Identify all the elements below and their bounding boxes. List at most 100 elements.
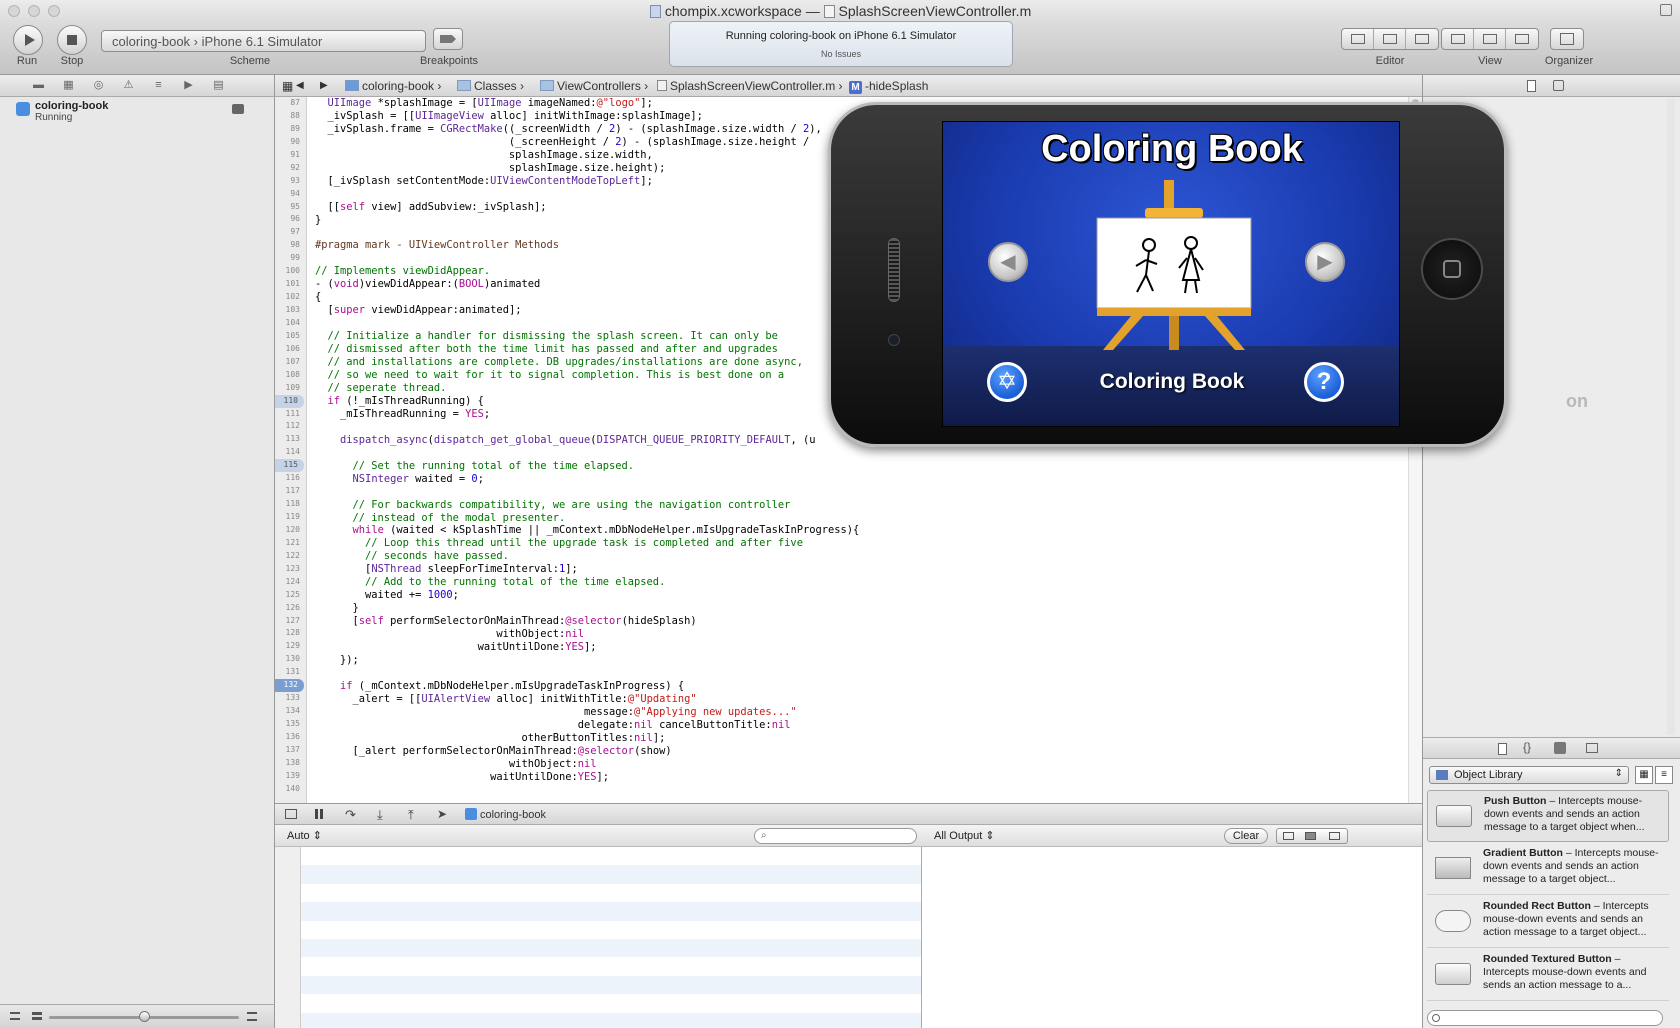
code-snippet-icon[interactable]: {} (1523, 740, 1531, 754)
line-number[interactable]: 116 (275, 472, 306, 485)
scheme-popup[interactable]: coloring-book › iPhone 6.1 Simulator (101, 30, 426, 52)
line-number[interactable]: 88 (275, 110, 306, 123)
previous-arrow-button[interactable]: ◀ (988, 242, 1028, 282)
crumb-classes[interactable]: Classes › (457, 79, 524, 93)
media-library-icon[interactable] (1586, 743, 1598, 753)
line-number[interactable]: 127 (275, 615, 306, 628)
simulator-screen[interactable]: Coloring Book ◀ ▶ ✡ ? Coloring Book (942, 121, 1400, 427)
debug-target[interactable]: coloring-book (465, 808, 546, 821)
utilities-toggle-icon[interactable] (1506, 29, 1538, 49)
back-arrow-icon[interactable]: ◀ (296, 80, 304, 91)
line-number[interactable]: 131 (275, 666, 306, 679)
line-number[interactable]: 101 (275, 278, 306, 291)
line-number[interactable]: 107 (275, 356, 306, 369)
compress-icon[interactable] (32, 1012, 42, 1020)
line-number[interactable]: 106 (275, 343, 306, 356)
stop-button[interactable] (57, 25, 87, 55)
inspector-scrollbar[interactable] (1667, 99, 1675, 735)
file-template-icon[interactable] (1498, 743, 1507, 755)
line-number[interactable]: 99 (275, 252, 306, 265)
line-number-gutter[interactable]: 87 88 89 90 91 92 93 94 95 96 97 98 99 100 101 102 103 10… (275, 97, 307, 803)
line-number[interactable]: 97 (275, 226, 306, 239)
zoom-window-button[interactable] (48, 5, 60, 17)
standard-editor-icon[interactable] (1342, 29, 1374, 49)
line-number[interactable]: 103 (275, 304, 306, 317)
breakpoint-navigator-icon[interactable]: ▶ (182, 80, 195, 91)
line-number[interactable]: 108 (275, 369, 306, 382)
all-threads-icon[interactable] (247, 1012, 257, 1021)
console-output[interactable] (922, 847, 1422, 1028)
breakpoint-marker[interactable]: 132 (275, 679, 304, 693)
line-number[interactable]: 128 (275, 627, 306, 640)
issue-navigator-icon[interactable]: ⚠ (122, 80, 135, 91)
search-navigator-icon[interactable]: ◎ (92, 80, 105, 91)
view-control[interactable] (1441, 28, 1539, 50)
run-button[interactable] (13, 25, 43, 55)
line-number[interactable]: 135 (275, 718, 306, 731)
navigator-item[interactable]: coloring-book Running (14, 100, 264, 126)
debug-navigator-icon[interactable]: ≡ (152, 80, 165, 91)
line-number[interactable]: 102 (275, 291, 306, 304)
navigator-toggle-icon[interactable] (1442, 29, 1474, 49)
forward-arrow-icon[interactable]: ▶ (320, 80, 328, 91)
quick-help-icon[interactable] (1553, 80, 1564, 91)
assistant-editor-icon[interactable] (1374, 29, 1406, 49)
process-options-icon[interactable] (232, 104, 244, 114)
line-number[interactable]: 120 (275, 524, 306, 537)
line-number[interactable]: 98 (275, 239, 306, 252)
line-number[interactable]: 92 (275, 162, 306, 175)
console-only-icon[interactable] (1329, 832, 1340, 840)
home-button[interactable] (1421, 238, 1483, 300)
line-number[interactable]: 94 (275, 188, 306, 201)
variables-view[interactable] (275, 847, 922, 1028)
line-number[interactable]: 138 (275, 757, 306, 770)
line-number[interactable]: 130 (275, 653, 306, 666)
thread-slider-knob[interactable] (139, 1011, 150, 1022)
line-number[interactable]: 137 (275, 744, 306, 757)
library-popup[interactable]: Object Library ⇕ (1429, 766, 1629, 784)
line-number[interactable]: 93 (275, 175, 306, 188)
line-number[interactable]: 91 (275, 149, 306, 162)
line-number[interactable]: 136 (275, 731, 306, 744)
debug-area-toggle-icon[interactable] (1474, 29, 1506, 49)
line-number[interactable]: 117 (275, 485, 306, 498)
variables-filter[interactable]: ⌕ (754, 828, 917, 844)
line-number[interactable]: 129 (275, 640, 306, 653)
line-number[interactable]: 134 (275, 705, 306, 718)
library-list-view-icon[interactable]: ≡ (1655, 766, 1673, 784)
line-number[interactable]: 90 (275, 136, 306, 149)
line-number[interactable]: 115 (275, 459, 304, 473)
file-inspector-icon[interactable] (1527, 80, 1536, 92)
line-number[interactable]: 104 (275, 317, 306, 330)
line-number[interactable]: 89 (275, 123, 306, 136)
line-number[interactable]: 114 (275, 446, 306, 459)
line-number[interactable]: 123 (275, 563, 306, 576)
line-number[interactable]: 95 (275, 201, 306, 214)
crumb-method[interactable]: M -hideSplash (849, 79, 928, 94)
library-grid-view-icon[interactable]: ▦ (1635, 766, 1653, 784)
project-navigator-icon[interactable]: ▬ (32, 80, 45, 91)
hide-debug-area-icon[interactable] (285, 809, 297, 819)
line-number[interactable]: 105 (275, 330, 306, 343)
library-filter-field[interactable] (1427, 1010, 1663, 1026)
library-item-rounded-rect-button[interactable]: Rounded Rect Button – Intercepts mouse-d… (1427, 896, 1669, 948)
line-number[interactable]: 124 (275, 576, 306, 589)
symbol-navigator-icon[interactable]: ▦ (62, 80, 75, 91)
library-item-gradient-button[interactable]: Gradient Button – Intercepts mouse-down … (1427, 843, 1669, 895)
line-number[interactable]: 109 (275, 382, 306, 395)
step-into-icon[interactable]: ⤓ (377, 807, 383, 823)
clear-button[interactable]: Clear (1224, 828, 1268, 844)
line-number[interactable]: 125 (275, 589, 306, 602)
line-number[interactable]: 87 (275, 97, 306, 110)
close-window-button[interactable] (8, 5, 20, 17)
line-number[interactable]: 119 (275, 511, 306, 524)
fullscreen-icon[interactable] (1660, 4, 1672, 16)
next-arrow-button[interactable]: ▶ (1305, 242, 1345, 282)
line-number[interactable]: 133 (275, 692, 306, 705)
related-items-icon[interactable]: ▦ (282, 79, 293, 93)
crumb-file[interactable]: SplashScreenViewController.m › (657, 79, 843, 93)
line-number[interactable]: 96 (275, 213, 306, 226)
object-library-icon[interactable] (1554, 742, 1566, 754)
location-icon[interactable]: ➤ (437, 807, 447, 821)
editor-mode-control[interactable] (1341, 28, 1439, 50)
